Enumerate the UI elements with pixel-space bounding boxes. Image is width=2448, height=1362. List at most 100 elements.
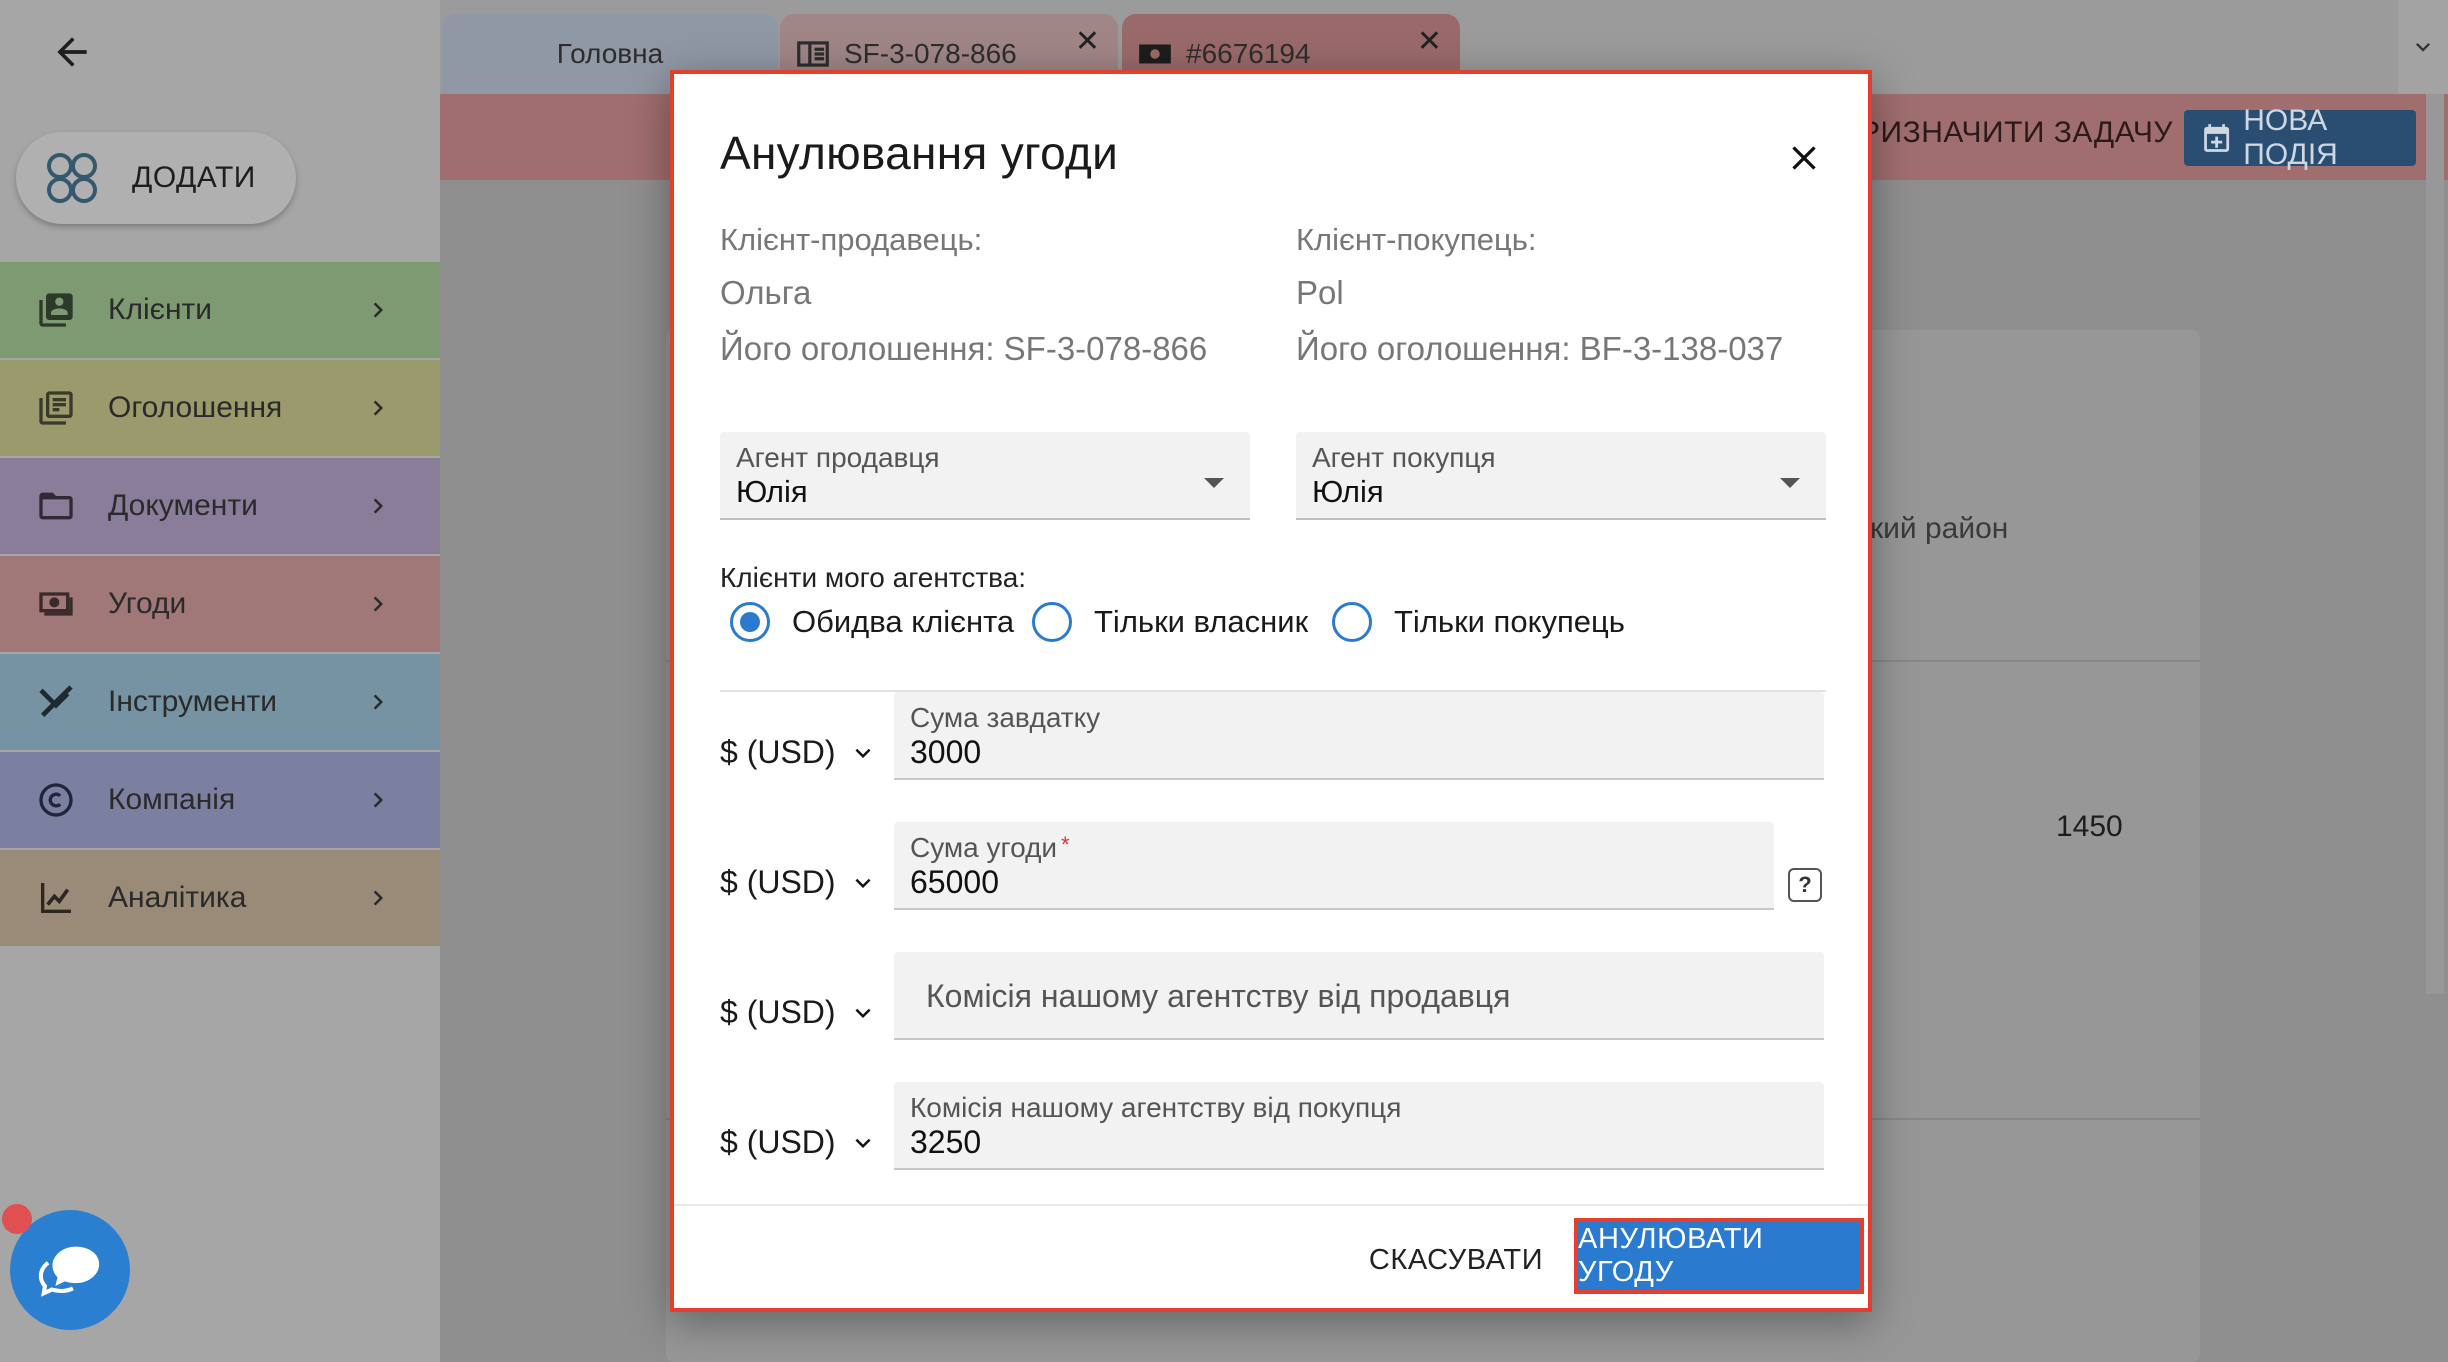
sidebar-item-deals[interactable]: Угоди xyxy=(0,556,440,652)
buyer-agent-select[interactable]: Агент покупця Юлія xyxy=(1296,432,1826,520)
chevron-down-icon xyxy=(2416,43,2430,52)
field-label-text: Сума угоди xyxy=(910,832,1058,863)
dialog-footer: СКАСУВАТИ АНУЛЮВАТИ УГОДУ xyxy=(674,1204,1868,1308)
chevron-right-icon xyxy=(356,295,400,325)
radio-owner-only[interactable]: Тільки власник xyxy=(1032,602,1308,642)
chevron-right-icon xyxy=(356,589,400,619)
sidebar-item-analytics[interactable]: Аналітика xyxy=(0,850,440,946)
chevron-right-icon xyxy=(356,393,400,423)
add-button-label: ДОДАТИ xyxy=(132,161,256,194)
folder-icon xyxy=(34,484,78,528)
tools-icon xyxy=(34,680,78,724)
select-label: Агент покупця xyxy=(1312,442,1496,473)
chevron-down-icon xyxy=(848,868,878,898)
calendar-add-icon xyxy=(2204,124,2230,152)
currency-label: $ (USD) xyxy=(720,864,836,900)
close-icon xyxy=(1792,146,1816,170)
radio-unchecked-icon xyxy=(1332,602,1372,642)
currency-label: $ (USD) xyxy=(720,994,836,1030)
tab-label: SF-3-078-866 xyxy=(844,38,1017,69)
buyer-listing: Його оголошення: BF-3-138-037 xyxy=(1296,330,1784,367)
field-label: Сума угоди * xyxy=(910,832,1070,864)
chevron-right-icon xyxy=(356,785,400,815)
sidebar-item-label: Клієнти xyxy=(108,293,213,326)
deal-icon xyxy=(34,582,78,626)
seller-listing: Його оголошення: SF-3-078-866 xyxy=(720,330,1208,367)
district-text: кий район xyxy=(1870,512,2009,545)
new-event-button[interactable]: НОВА ПОДІЯ xyxy=(2184,104,2416,171)
scrollbar[interactable] xyxy=(2426,94,2444,994)
radio-both-clients[interactable]: Обидва клієнта xyxy=(730,602,1014,642)
dialog-title: Анулювання угоди xyxy=(720,127,1119,179)
currency-label: $ (USD) xyxy=(720,1124,836,1160)
deposit-field[interactable]: Сума завдатку 3000 xyxy=(894,692,1824,780)
dropdown-arrow-icon xyxy=(1204,478,1224,488)
deposit-currency-select[interactable]: $ (USD) xyxy=(720,734,878,771)
analytics-icon xyxy=(34,876,78,920)
sidebar-item-label: Компанія xyxy=(108,783,236,816)
tab-label: Головна xyxy=(556,38,664,69)
sidebar-item-clients[interactable]: Клієнти xyxy=(0,262,440,358)
field-label: Комісія нашому агентству від покупця xyxy=(910,1092,1402,1123)
field-placeholder: Комісія нашому агентству від продавця xyxy=(926,978,1511,1014)
tab-label: #6676194 xyxy=(1186,38,1311,69)
chevron-down-icon xyxy=(848,738,878,768)
agency-clients-label: Клієнти мого агентства: xyxy=(720,562,1027,593)
cancel-deal-button[interactable]: АНУЛЮВАТИ УГОДУ xyxy=(1574,1218,1864,1294)
buyer-client-name: Pol xyxy=(1296,274,1344,311)
value-text: 1450 xyxy=(2056,810,2123,843)
seller-client-label: Клієнт-продавець: xyxy=(720,222,983,257)
dropdown-arrow-icon xyxy=(1780,478,1800,488)
radio-unchecked-icon xyxy=(1032,602,1072,642)
select-value: Юлія xyxy=(736,474,808,509)
listing-icon xyxy=(34,386,78,430)
radio-label: Тільки покупець xyxy=(1394,604,1625,639)
required-mark: * xyxy=(1061,832,1070,857)
buyer-commission-currency-select[interactable]: $ (USD) xyxy=(720,1124,878,1161)
buyer-commission-field[interactable]: Комісія нашому агентству від покупця 325… xyxy=(894,1082,1824,1170)
back-button[interactable] xyxy=(44,24,100,80)
buyer-client-label: Клієнт-покупець: xyxy=(1296,222,1537,257)
listing-icon xyxy=(797,41,829,67)
chat-icon xyxy=(38,1246,100,1297)
select-value: Юлія xyxy=(1312,474,1384,509)
select-label: Агент продавця xyxy=(736,442,940,473)
sidebar-item-label: Інструменти xyxy=(108,685,278,718)
new-event-label: НОВА ПОДІЯ xyxy=(2243,104,2338,171)
chevron-right-icon xyxy=(356,883,400,913)
sidebar-item-tools[interactable]: Інструменти xyxy=(0,654,440,750)
radio-label: Тільки власник xyxy=(1094,604,1309,639)
seller-commission-field[interactable]: Комісія нашому агентству від продавця xyxy=(894,952,1824,1040)
sidebar-item-label: Документи xyxy=(108,489,258,522)
sidebar-item-label: Аналітика xyxy=(108,881,247,914)
chevron-down-icon xyxy=(848,998,878,1028)
field-value: 3250 xyxy=(910,1124,982,1160)
add-button[interactable]: ДОДАТИ xyxy=(16,132,296,224)
tabs-dropdown-button[interactable] xyxy=(2398,0,2448,94)
currency-label: $ (USD) xyxy=(720,734,836,770)
add-menu-icon xyxy=(47,153,97,203)
contacts-icon xyxy=(34,288,78,332)
field-value: 3000 xyxy=(910,734,982,770)
assign-task-button[interactable]: РИЗНАЧИТИ ЗАДАЧУ xyxy=(1860,116,2173,150)
chevron-right-icon xyxy=(356,491,400,521)
close-button[interactable] xyxy=(1778,132,1830,184)
close-icon[interactable]: ✕ xyxy=(1417,24,1442,59)
close-icon[interactable]: ✕ xyxy=(1075,24,1100,59)
chevron-down-icon xyxy=(848,1128,878,1158)
deal-sum-currency-select[interactable]: $ (USD) xyxy=(720,864,878,901)
arrow-left-icon xyxy=(57,37,87,67)
sidebar-item-label: Оголошення xyxy=(108,391,283,424)
sidebar-item-label: Угоди xyxy=(108,587,187,620)
sidebar-item-documents[interactable]: Документи xyxy=(0,458,440,554)
cancel-button[interactable]: СКАСУВАТИ xyxy=(1356,1230,1556,1290)
deal-icon xyxy=(1139,44,1171,64)
sidebar-item-company[interactable]: Компанія xyxy=(0,752,440,848)
deal-sum-field[interactable]: Сума угоди * 65000 xyxy=(894,822,1774,910)
radio-buyer-only[interactable]: Тільки покупець xyxy=(1332,602,1625,642)
help-icon[interactable]: ? xyxy=(1788,868,1822,902)
sidebar-item-listings[interactable]: Оголошення xyxy=(0,360,440,456)
seller-agent-select[interactable]: Агент продавця Юлія xyxy=(720,432,1250,520)
seller-commission-currency-select[interactable]: $ (USD) xyxy=(720,994,878,1031)
field-value: 65000 xyxy=(910,864,999,900)
